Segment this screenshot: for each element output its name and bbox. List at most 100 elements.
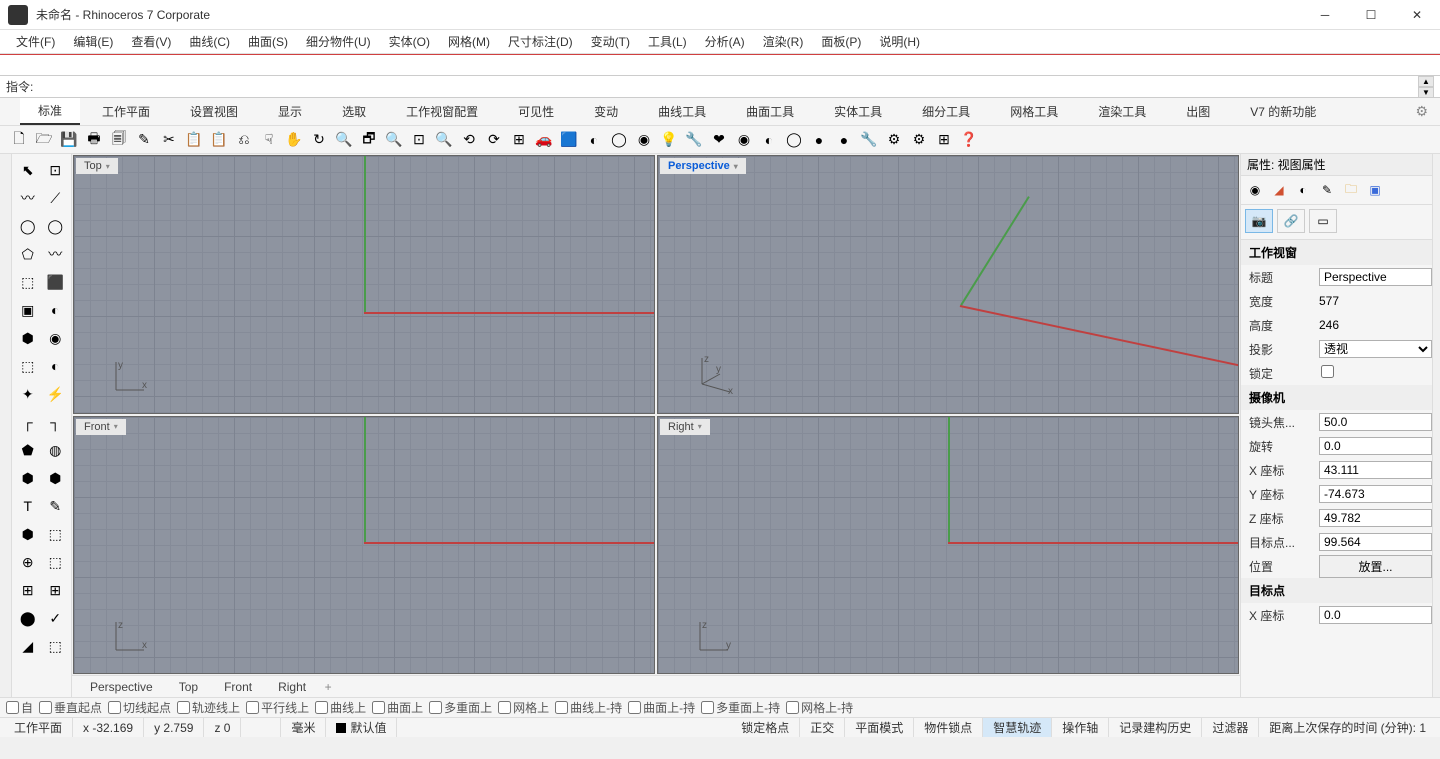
rect-tab-icon[interactable]: ▭ — [1309, 209, 1337, 233]
tool-button[interactable]: ▣ — [15, 297, 41, 323]
toolbar-button[interactable]: 💾 — [58, 129, 80, 151]
toolbar-tab[interactable]: 渲染工具 — [1080, 99, 1164, 124]
chevron-down-icon[interactable]: ▾ — [698, 422, 702, 431]
camera-tab-icon[interactable]: 📷 — [1245, 209, 1273, 233]
toolbar-tab[interactable]: 曲线工具 — [640, 99, 724, 124]
viewport-top[interactable]: Top▾ yx — [73, 155, 655, 414]
toolbar-button[interactable]: 🚗 — [533, 129, 555, 151]
toolbar-button[interactable]: ❤ — [708, 129, 730, 151]
toolbar-tab[interactable]: 可见性 — [500, 99, 572, 124]
tool-button[interactable]: ⊞ — [43, 577, 69, 603]
toolbar-tab[interactable]: 标准 — [20, 98, 80, 125]
menu-item[interactable]: 尺寸标注(D) — [500, 31, 581, 52]
toolbar-button[interactable]: 🗋 — [8, 129, 30, 151]
toolbar-button[interactable]: ✂ — [158, 129, 180, 151]
tool-button[interactable]: ⊕ — [15, 549, 41, 575]
toolbar-button[interactable]: ◉ — [633, 129, 655, 151]
toolbar-button[interactable]: 🔧 — [858, 129, 880, 151]
prop-target-x-input[interactable] — [1319, 606, 1432, 624]
tool-button[interactable]: ⚡ — [43, 381, 69, 407]
properties-icon[interactable]: ◉ — [1245, 180, 1265, 200]
menu-item[interactable]: 渲染(R) — [755, 31, 812, 52]
toolbar-button[interactable]: 🗗 — [358, 129, 380, 151]
status-toggle[interactable]: 平面模式 — [845, 718, 914, 737]
toolbar-button[interactable]: ⚙ — [883, 129, 905, 151]
viewport-label-top[interactable]: Top▾ — [76, 158, 118, 174]
toolbar-tab[interactable]: 工作平面 — [84, 99, 168, 124]
toolbar-button[interactable]: 🔧 — [683, 129, 705, 151]
toolbar-tab[interactable]: V7 的新功能 — [1232, 99, 1334, 124]
tool-button[interactable]: ┐ — [43, 409, 69, 435]
status-layer[interactable]: 默认值 — [326, 718, 397, 737]
toolbar-tab[interactable]: 变动 — [576, 99, 636, 124]
osnap-toggle[interactable]: 网格上-持 — [786, 699, 853, 716]
viewport-front[interactable]: Front▾ zx — [73, 416, 655, 675]
material-icon[interactable]: ◢ — [1269, 180, 1289, 200]
link-tab-icon[interactable]: 🔗 — [1277, 209, 1305, 233]
toolbar-button[interactable]: ◉ — [733, 129, 755, 151]
chevron-down-icon[interactable]: ▾ — [114, 422, 118, 431]
toolbar-button[interactable]: 🗁 — [33, 129, 55, 151]
menu-item[interactable]: 曲面(S) — [240, 31, 296, 52]
tool-button[interactable]: ◉ — [43, 325, 69, 351]
tool-button[interactable]: ⬠ — [15, 241, 41, 267]
toolbar-button[interactable]: ⊞ — [508, 129, 530, 151]
tool-button[interactable]: ⬟ — [15, 437, 41, 463]
prop-target-dist-input[interactable] — [1319, 533, 1432, 551]
osnap-toggle[interactable]: 垂直起点 — [39, 699, 102, 716]
tool-button[interactable]: ⬚ — [43, 549, 69, 575]
tool-button[interactable]: ⬢ — [15, 325, 41, 351]
prop-rotation-input[interactable] — [1319, 437, 1432, 455]
menu-item[interactable]: 网格(M) — [440, 31, 498, 52]
tool-button[interactable]: ⊞ — [15, 577, 41, 603]
viewport-tab[interactable]: Front — [212, 678, 264, 696]
toolbar-tab[interactable]: 实体工具 — [816, 99, 900, 124]
osnap-toggle[interactable]: 多重面上 — [429, 699, 492, 716]
prop-projection-select[interactable]: 透视 — [1319, 340, 1432, 358]
status-toggle[interactable]: 正交 — [800, 718, 845, 737]
prop-cam-y-input[interactable] — [1319, 485, 1432, 503]
toolbar-button[interactable]: 📋 — [208, 129, 230, 151]
maximize-button[interactable]: ☐ — [1348, 0, 1394, 30]
menu-item[interactable]: 查看(V) — [123, 31, 179, 52]
toolbar-button[interactable]: ⟳ — [483, 129, 505, 151]
menu-item[interactable]: 曲线(C) — [181, 31, 238, 52]
menu-item[interactable]: 工具(L) — [640, 31, 695, 52]
add-viewport-button[interactable]: + — [320, 680, 336, 694]
toolbar-tab[interactable]: 曲面工具 — [728, 99, 812, 124]
status-toggle[interactable]: 过滤器 — [1202, 718, 1259, 737]
tool-button[interactable]: ◐ — [43, 297, 69, 323]
toolbar-tab[interactable]: 网格工具 — [992, 99, 1076, 124]
folder-icon[interactable]: 🗀 — [1341, 180, 1361, 200]
toolbar-button[interactable]: ❓ — [958, 129, 980, 151]
osnap-toggle[interactable]: 多重面上-持 — [701, 699, 780, 716]
viewport-perspective[interactable]: Perspective▾ zyx — [657, 155, 1239, 414]
toolbar-button[interactable]: ⟲ — [458, 129, 480, 151]
viewport-label-right[interactable]: Right▾ — [660, 419, 710, 435]
status-units[interactable]: 毫米 — [281, 718, 326, 737]
prop-place-button[interactable]: 放置... — [1319, 555, 1432, 578]
tool-button[interactable]: ✎ — [43, 493, 69, 519]
toolbar-button[interactable]: 🗐 — [108, 129, 130, 151]
pencil-icon[interactable]: ✎ — [1317, 180, 1337, 200]
tool-button[interactable]: 〰 — [15, 185, 41, 211]
toolbar-button[interactable]: ◯ — [783, 129, 805, 151]
menu-item[interactable]: 实体(O) — [381, 31, 438, 52]
tool-button[interactable]: ⬤ — [15, 605, 41, 631]
toolbar-button[interactable]: ◐ — [758, 129, 780, 151]
osnap-toggle[interactable]: 平行线上 — [246, 699, 309, 716]
status-toggle[interactable]: 物件锁点 — [914, 718, 983, 737]
toolbar-tab[interactable]: 选取 — [324, 99, 384, 124]
toolbar-tab[interactable]: 设置视图 — [172, 99, 256, 124]
toolbar-button[interactable]: ✎ — [133, 129, 155, 151]
tool-button[interactable]: ⬛ — [43, 269, 69, 295]
toolbar-button[interactable]: ● — [833, 129, 855, 151]
tool-button[interactable]: ⬢ — [43, 465, 69, 491]
tool-button[interactable]: ⬉ — [15, 157, 41, 183]
menu-item[interactable]: 变动(T) — [583, 31, 638, 52]
minimize-button[interactable]: ─ — [1302, 0, 1348, 30]
tool-button[interactable]: ◐ — [43, 353, 69, 379]
status-toggle[interactable]: 锁定格点 — [731, 718, 800, 737]
toolbar-button[interactable]: 🟦 — [558, 129, 580, 151]
tool-button[interactable]: ⬢ — [15, 521, 41, 547]
